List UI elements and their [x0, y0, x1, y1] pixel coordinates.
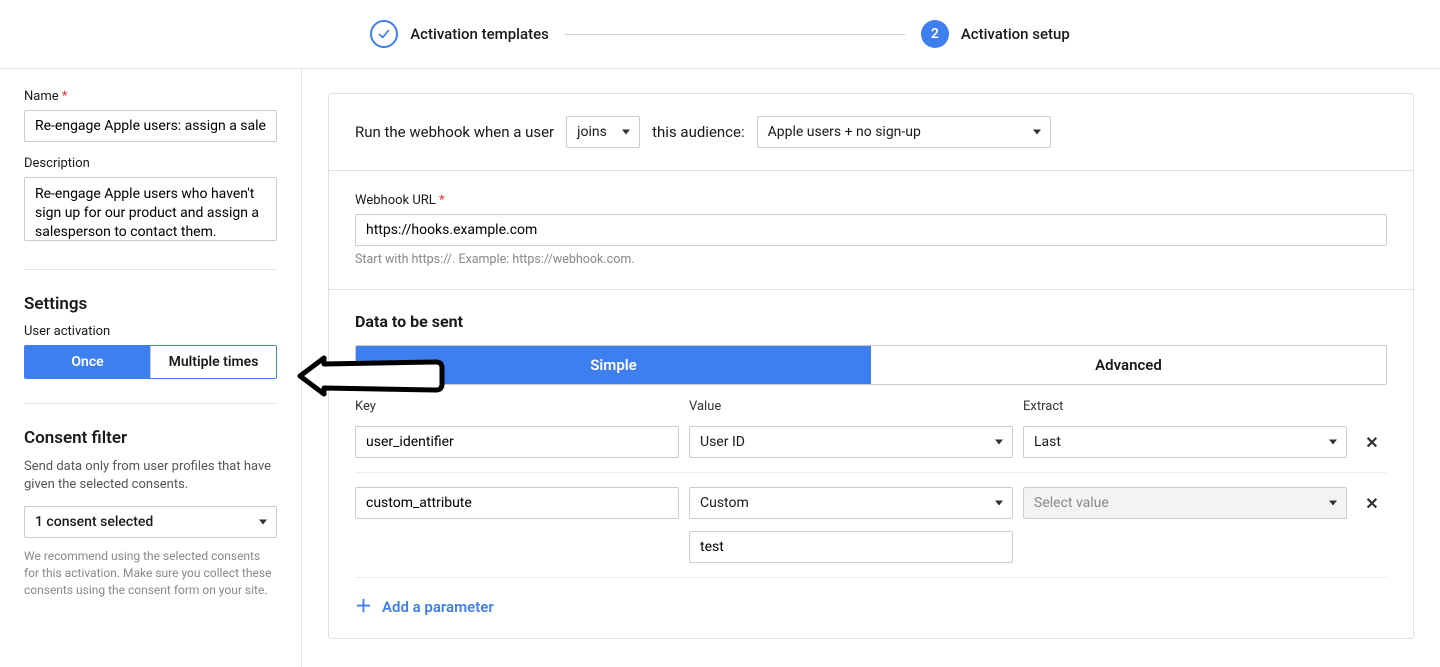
sidebar: Name Description Settings User activatio… — [0, 69, 302, 667]
activation-multiple-button[interactable]: Multiple times — [150, 346, 276, 378]
param-key-input[interactable] — [355, 426, 679, 458]
col-extract-label: Extract — [1023, 399, 1347, 414]
check-icon — [370, 20, 398, 48]
name-label: Name — [24, 89, 277, 104]
consent-filter-heading: Consent filter — [24, 428, 277, 448]
step-label: Activation setup — [961, 25, 1070, 43]
data-section-title: Data to be sent — [355, 312, 1387, 331]
stepper-header: Activation templates 2 Activation setup — [0, 0, 1440, 69]
step-number-icon: 2 — [921, 20, 949, 48]
remove-param-button[interactable]: ✕ — [1357, 494, 1387, 513]
add-parameter-button[interactable]: ＋ Add a parameter — [355, 598, 494, 616]
user-activation-label: User activation — [24, 324, 277, 339]
param-value-select[interactable]: User ID — [689, 426, 1013, 458]
webhook-url-label: Webhook URL — [355, 193, 1387, 208]
tab-simple[interactable]: Simple — [356, 346, 871, 384]
user-activation-toggle: Once Multiple times — [24, 345, 277, 379]
step-label: Activation templates — [410, 25, 549, 43]
main-content: Run the webhook when a user joins this a… — [302, 69, 1440, 667]
run-text-prefix: Run the webhook when a user — [355, 123, 554, 141]
consent-filter-desc: Send data only from user profiles that h… — [24, 458, 277, 494]
description-label: Description — [24, 156, 277, 171]
param-extract-select[interactable]: Last — [1023, 426, 1347, 458]
param-custom-value-input[interactable] — [689, 531, 1013, 563]
run-action-select[interactable]: joins — [566, 116, 640, 148]
step-setup[interactable]: 2 Activation setup — [921, 20, 1070, 48]
col-value-label: Value — [689, 399, 1013, 414]
step-connector — [565, 34, 905, 35]
description-input[interactable] — [24, 177, 277, 241]
col-key-label: Key — [355, 399, 679, 414]
settings-heading: Settings — [24, 294, 277, 314]
webhook-url-hint: Start with https://. Example: https://we… — [355, 252, 1387, 267]
name-input[interactable] — [24, 110, 277, 142]
consent-fineprint: We recommend using the selected consents… — [24, 548, 277, 598]
step-templates[interactable]: Activation templates — [370, 20, 549, 48]
webhook-url-input[interactable] — [355, 214, 1387, 246]
activation-once-button[interactable]: Once — [25, 346, 150, 378]
param-value-select[interactable]: Custom — [689, 487, 1013, 519]
plus-icon: ＋ — [355, 599, 372, 616]
run-text-suffix: this audience: — [652, 123, 745, 141]
param-extract-select[interactable]: Select value — [1023, 487, 1347, 519]
audience-select[interactable]: Apple users + no sign-up — [757, 116, 1051, 148]
tab-advanced[interactable]: Advanced — [871, 346, 1386, 384]
add-parameter-label: Add a parameter — [382, 598, 494, 616]
consent-select[interactable]: 1 consent selected — [24, 506, 277, 538]
remove-param-button[interactable]: ✕ — [1357, 433, 1387, 452]
param-key-input[interactable] — [355, 487, 679, 519]
